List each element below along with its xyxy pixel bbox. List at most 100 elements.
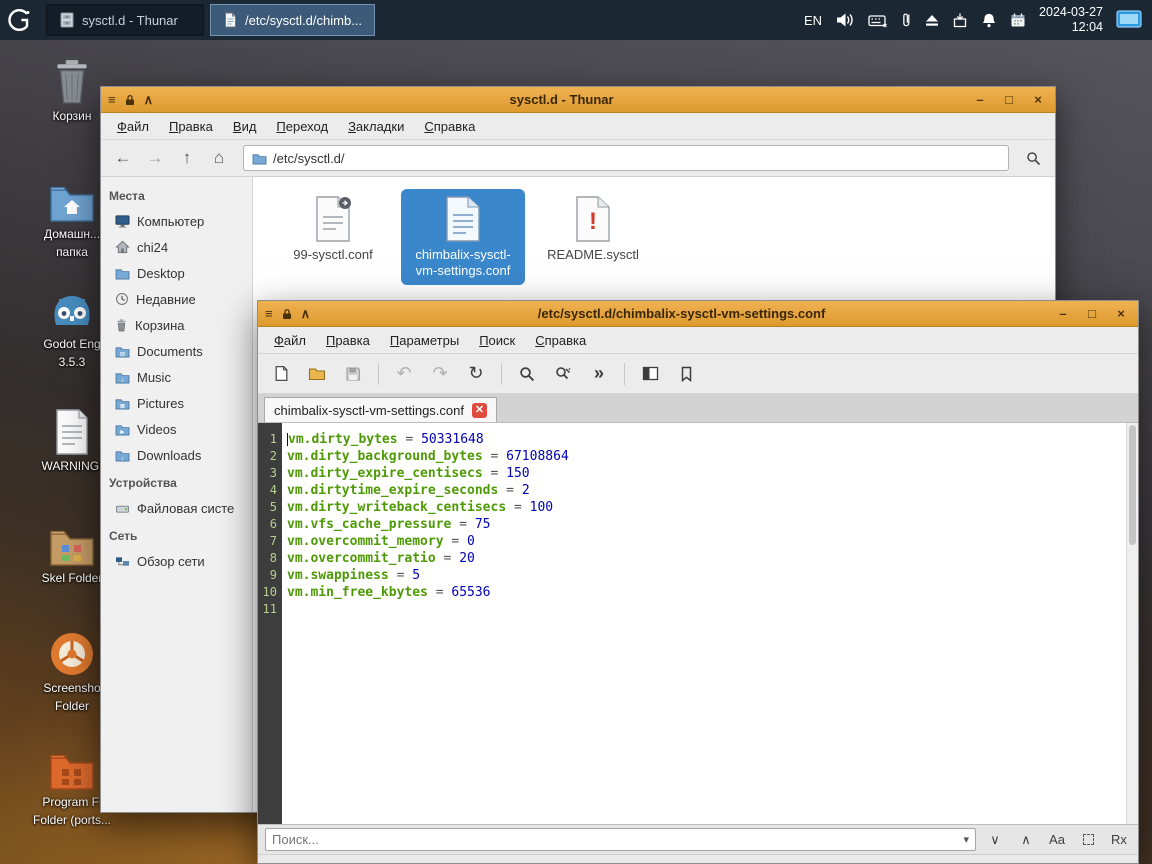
- sidebar-item-trash[interactable]: Корзина: [101, 312, 252, 338]
- search-button[interactable]: [1019, 145, 1047, 171]
- menu-edit[interactable]: Правка: [159, 119, 223, 134]
- code-line: vm.dirty_bytes = 50331648: [287, 432, 484, 447]
- sidebar-item-music[interactable]: ♪ Music: [101, 364, 252, 390]
- distro-logo[interactable]: [0, 6, 40, 34]
- shade-icon[interactable]: ∧: [301, 307, 311, 320]
- thunar-toolbar: ← → ↑ ⌂ /etc/sysctl.d/: [101, 140, 1055, 177]
- bookmark-icon[interactable]: [675, 363, 697, 385]
- menu-help[interactable]: Справка: [525, 333, 596, 348]
- goto-icon[interactable]: »: [588, 363, 610, 385]
- sidebar-item-network[interactable]: Обзор сети: [101, 548, 252, 574]
- pin-icon[interactable]: [282, 308, 292, 320]
- redo-icon[interactable]: ↷: [429, 363, 451, 385]
- menu-view[interactable]: Вид: [223, 119, 267, 134]
- close-button[interactable]: ×: [1028, 92, 1048, 107]
- regex-button[interactable]: Rx: [1107, 828, 1131, 852]
- undo-icon[interactable]: ↶: [393, 363, 415, 385]
- skel-folder-icon: [49, 526, 95, 568]
- editor-titlebar[interactable]: ≡ ∧ /etc/sysctl.d/chimbalix-sysctl-vm-se…: [258, 301, 1138, 327]
- taskbar-item-thunar[interactable]: sysctl.d - Thunar: [46, 4, 204, 36]
- maximize-button[interactable]: □: [999, 92, 1019, 107]
- pin-icon[interactable]: [125, 94, 135, 106]
- svg-text:▶: ▶: [120, 429, 125, 435]
- window-menu-icon[interactable]: ≡: [108, 93, 116, 106]
- highlight-all-icon: [1082, 834, 1094, 845]
- sidebar-item-downloads[interactable]: ↓ Downloads: [101, 442, 252, 468]
- sidebar-item-videos[interactable]: ▶ Videos: [101, 416, 252, 442]
- highlight-all-button[interactable]: [1076, 828, 1100, 852]
- menu-help[interactable]: Справка: [414, 119, 485, 134]
- window-menu-icon[interactable]: ≡: [265, 307, 273, 320]
- save-icon[interactable]: [342, 363, 364, 385]
- network-icon: [115, 555, 130, 568]
- up-button[interactable]: ↑: [173, 145, 201, 171]
- minimize-button[interactable]: –: [1053, 306, 1073, 321]
- volume-icon[interactable]: [835, 12, 855, 28]
- paperclip-icon[interactable]: [901, 11, 912, 29]
- find-previous-button[interactable]: ∧: [1014, 828, 1038, 852]
- display-icon[interactable]: [1116, 10, 1142, 30]
- search-history-dropdown-icon[interactable]: ▾: [963, 833, 969, 846]
- keyboard-icon[interactable]: [868, 13, 888, 28]
- sidebar-item-filesystem[interactable]: Файловая систе: [101, 495, 252, 521]
- sidebar-item-home[interactable]: chi24: [101, 234, 252, 260]
- taskbar-item-label: sysctl.d - Thunar: [82, 12, 178, 28]
- match-case-button[interactable]: Aa: [1045, 828, 1069, 852]
- file-item[interactable]: ! README.sysctl: [531, 189, 655, 269]
- open-file-icon[interactable]: [306, 363, 328, 385]
- sidebar-item-pictures[interactable]: ▦ Pictures: [101, 390, 252, 416]
- notifications-icon[interactable]: [981, 12, 997, 28]
- search-icon[interactable]: [516, 363, 538, 385]
- menu-edit[interactable]: Правка: [316, 333, 380, 348]
- pictures-folder-icon: ▦: [115, 397, 130, 410]
- sidebar-item-recent[interactable]: Недавние: [101, 286, 252, 312]
- package-icon[interactable]: [952, 12, 968, 28]
- search-field[interactable]: ▾: [265, 828, 976, 851]
- close-button[interactable]: ×: [1111, 306, 1131, 321]
- code-content[interactable]: vm.dirty_bytes = 50331648 vm.dirty_backg…: [282, 423, 1126, 824]
- file-item[interactable]: 99-sysctl.conf: [271, 189, 395, 269]
- file-item-selected[interactable]: chimbalix-sysctl-vm-settings.conf: [401, 189, 525, 285]
- new-file-icon[interactable]: [270, 363, 292, 385]
- sidebar-item-documents[interactable]: ▤ Documents: [101, 338, 252, 364]
- clock[interactable]: 2024-03-27 12:04: [1039, 5, 1103, 35]
- svg-text:▦: ▦: [120, 403, 126, 409]
- reload-icon[interactable]: ↻: [465, 363, 487, 385]
- minimize-button[interactable]: –: [970, 92, 990, 107]
- keyboard-layout-indicator[interactable]: EN: [804, 13, 822, 28]
- forward-button[interactable]: →: [141, 145, 169, 171]
- find-next-button[interactable]: ∨: [983, 828, 1007, 852]
- taskbar-item-editor[interactable]: /etc/sysctl.d/chimb...: [210, 4, 376, 36]
- menu-search[interactable]: Поиск: [469, 333, 525, 348]
- home-button[interactable]: ⌂: [205, 145, 233, 171]
- menu-go[interactable]: Переход: [266, 119, 338, 134]
- config-file-icon: [443, 195, 483, 243]
- search-input[interactable]: [272, 832, 960, 847]
- menu-file[interactable]: Файл: [264, 333, 316, 348]
- window-title: /etc/sysctl.d/chimbalix-sysctl-vm-settin…: [537, 306, 826, 321]
- line-number-gutter: 1 2 3 4 5 6 7 8 9 10 11: [258, 423, 282, 824]
- maximize-button[interactable]: □: [1082, 306, 1102, 321]
- path-bar[interactable]: /etc/sysctl.d/: [243, 145, 1009, 171]
- eject-icon[interactable]: [925, 14, 939, 27]
- tab-close-button[interactable]: ✕: [472, 402, 487, 418]
- text-area[interactable]: 1 2 3 4 5 6 7 8 9 10 11 vm.dirty_bytes =…: [258, 423, 1138, 824]
- sidebar-item-desktop[interactable]: Desktop: [101, 260, 252, 286]
- find-replace-icon[interactable]: [552, 363, 574, 385]
- back-button[interactable]: ←: [109, 145, 137, 171]
- menu-options[interactable]: Параметры: [380, 333, 469, 348]
- side-pane-icon[interactable]: [639, 363, 661, 385]
- sidebar-item-computer[interactable]: Компьютер: [101, 208, 252, 234]
- menu-bookmarks[interactable]: Закладки: [338, 119, 414, 134]
- shade-icon[interactable]: ∧: [144, 93, 154, 106]
- vertical-scrollbar[interactable]: [1126, 423, 1138, 824]
- menu-file[interactable]: Файл: [107, 119, 159, 134]
- downloads-folder-icon: ↓: [115, 449, 130, 462]
- code-line: vm.dirtytime_expire_seconds = 2: [287, 483, 530, 498]
- thunar-titlebar[interactable]: ≡ ∧ sysctl.d - Thunar – □ ×: [101, 87, 1055, 113]
- calendar-icon[interactable]: [1010, 12, 1026, 28]
- svg-text:♪: ♪: [121, 377, 124, 384]
- tab-chimbalix-conf[interactable]: chimbalix-sysctl-vm-settings.conf ✕: [264, 397, 497, 422]
- home-icon: [115, 240, 130, 254]
- time-text: 12:04: [1071, 20, 1103, 34]
